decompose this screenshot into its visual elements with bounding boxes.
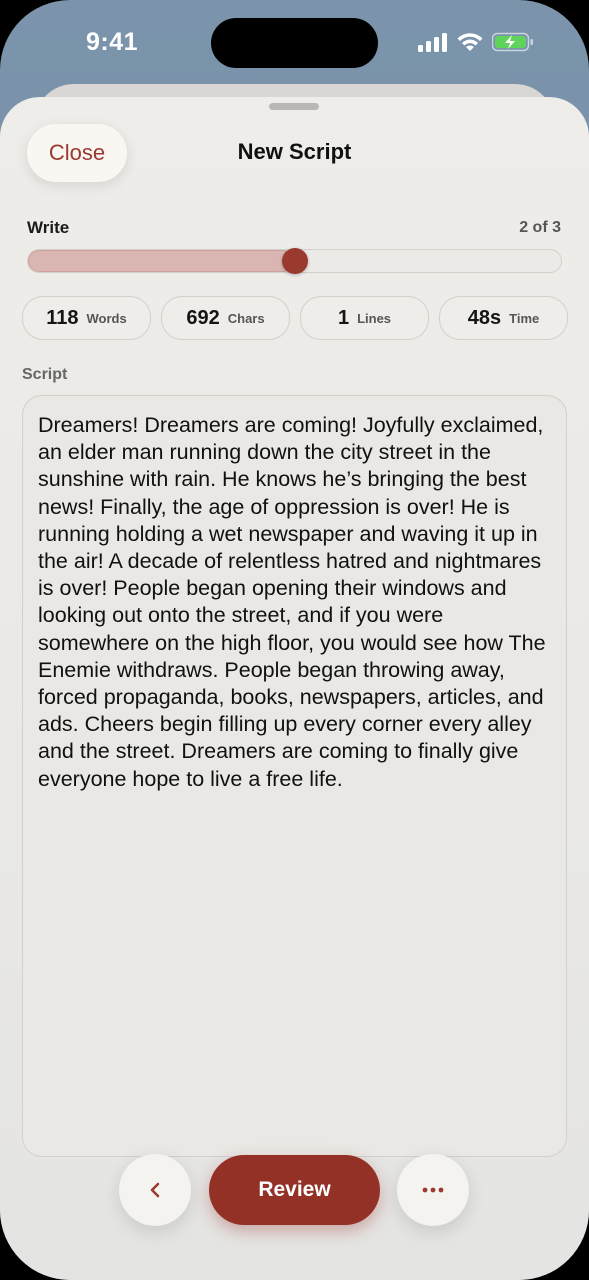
script-label: Script	[22, 366, 68, 383]
stat-chars: 692 Chars	[161, 296, 290, 340]
progress-fill	[28, 250, 295, 272]
progress-thumb[interactable]	[281, 248, 308, 274]
battery-charging-icon	[492, 32, 533, 52]
stat-label: Words	[86, 310, 127, 326]
step-label: Write	[27, 218, 70, 237]
stat-time: 48s Time	[439, 296, 568, 340]
stat-label: Chars	[227, 310, 265, 326]
stat-value: 118	[46, 306, 79, 329]
cellular-signal-icon	[418, 33, 447, 52]
status-icons	[418, 32, 534, 52]
back-button[interactable]	[119, 1154, 191, 1226]
script-text-area[interactable]: Dreamers! Dreamers are coming! Joyfully …	[22, 395, 567, 1157]
page-title: New Script	[237, 139, 352, 164]
status-time: 9:41	[86, 28, 139, 56]
sheet-grabber[interactable]	[269, 103, 319, 110]
stat-label: Lines	[357, 310, 392, 326]
step-count: 2 of 3	[519, 219, 561, 236]
stat-value: 692	[186, 306, 220, 329]
new-script-sheet: Close New Script Write 2 of 3 118 Words …	[0, 97, 589, 1280]
stat-words: 118 Words	[22, 296, 151, 340]
review-button[interactable]: Review	[209, 1155, 380, 1225]
phone-screen: 9:41 Close New Script Write 2 of 3 118 W…	[0, 0, 589, 1280]
chevron-left-icon	[150, 1182, 160, 1198]
stat-lines: 1 Lines	[300, 296, 429, 340]
stat-value: 48s	[467, 306, 502, 329]
dynamic-island	[211, 18, 378, 68]
stats-row: 118 Words 692 Chars 1 Lines 48s Time	[22, 296, 568, 340]
stat-value: 1	[337, 306, 350, 329]
wifi-icon	[457, 33, 483, 51]
ellipsis-icon	[422, 1187, 444, 1193]
progress-slider[interactable]	[27, 248, 562, 274]
stat-label: Time	[509, 310, 540, 326]
more-button[interactable]	[397, 1154, 469, 1226]
